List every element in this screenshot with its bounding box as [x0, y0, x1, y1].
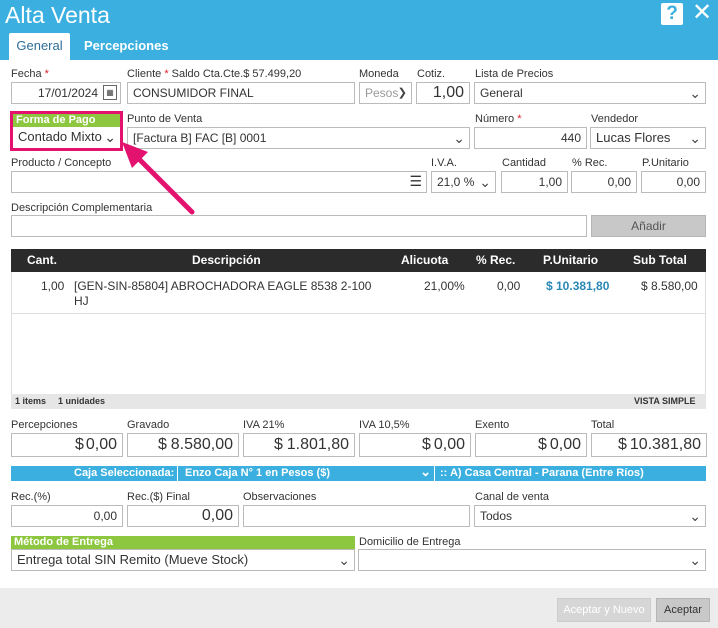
items-count: 1 items — [15, 396, 47, 406]
row-punitario: $ 10.381,80 — [546, 279, 610, 293]
producto-input[interactable]: ☰ — [11, 171, 427, 193]
chevron-down-icon: ⌄ — [420, 464, 431, 479]
vendedor-label: Vendedor — [591, 113, 639, 125]
caja-bar: Caja Seleccionada: Enzo Caja N° 1 en Pes… — [11, 464, 706, 481]
rec-input[interactable]: 0,00 — [571, 171, 637, 193]
rec-label: % Rec. — [572, 157, 608, 169]
observaciones-label: Observaciones — [243, 491, 317, 503]
fecha-input[interactable]: 17/01/2024 ▦ — [11, 82, 121, 104]
desc-comp-input[interactable] — [11, 215, 587, 237]
aceptar-nuevo-button[interactable]: Aceptar y Nuevo — [557, 598, 651, 622]
unidades-count: 1 unidades — [58, 396, 106, 406]
filter-icon[interactable]: ☰ — [409, 172, 422, 191]
cliente-input[interactable]: CONSUMIDOR FINAL — [127, 82, 355, 104]
percepciones-label: Percepciones — [11, 419, 78, 431]
col-rec[interactable]: % Rec. — [476, 253, 515, 267]
col-punitario[interactable]: P.Unitario — [543, 253, 598, 267]
numero-label: Número * — [475, 113, 522, 125]
cotiz-label: Cotiz. — [417, 68, 446, 80]
exento-label: Exento — [475, 419, 510, 431]
grid-footer: 1 items 1 unidades VISTA SIMPLE — [11, 394, 706, 409]
aceptar-button[interactable]: Aceptar — [656, 598, 710, 622]
rec-pct-input[interactable]: 0,00 — [11, 505, 123, 527]
producto-label: Producto / Concepto — [11, 157, 112, 169]
cliente-label: Cliente * Saldo Cta.Cte.$ 57.499,20 — [127, 68, 302, 80]
cantidad-label: Cantidad — [502, 157, 547, 169]
chevron-down-icon: ⌄ — [689, 85, 701, 101]
tab-general[interactable]: General — [9, 33, 70, 60]
iva21-value: $1.801,80 — [243, 433, 355, 457]
row-desc-line1: [GEN-SIN-85804] ABROCHADORA EAGLE 8538 2… — [74, 279, 372, 293]
lista-precios-label: Lista de Precios — [475, 68, 554, 80]
col-descripcion[interactable]: Descripción — [192, 253, 261, 267]
grid-body: 1,00 [GEN-SIN-85804] ABROCHADORA EAGLE 8… — [11, 272, 706, 394]
calendar-icon[interactable]: ▦ — [103, 85, 117, 100]
window-title: Alta Venta — [5, 2, 110, 28]
row-subtotal: $ 8.580,00 — [641, 279, 698, 293]
rec-final-input[interactable]: 0,00 — [127, 505, 239, 527]
title-bar: Alta Venta ? ✕ General Percepciones — [0, 0, 718, 60]
total-label: Total — [591, 419, 615, 431]
vendedor-select[interactable]: Lucas Flores ⌄ — [590, 127, 706, 149]
canal-venta-select[interactable]: Todos ⌄ — [474, 505, 706, 527]
caja-label: Caja Seleccionada: — [74, 467, 175, 479]
vista-simple-link[interactable]: VISTA SIMPLE — [634, 396, 696, 406]
chevron-down-icon: ⌄ — [689, 552, 701, 568]
gravado-label: Gravado — [127, 419, 170, 431]
sucursal-label: :: A) Casa Central - Parana (Entre Ríos) — [440, 467, 644, 479]
caja-select[interactable]: Enzo Caja N° 1 en Pesos ($) ⌄ — [177, 464, 435, 481]
cotiz-input[interactable]: 1,00 — [416, 82, 470, 104]
total-value: $10.381,80 — [591, 433, 707, 457]
grid-header: Cant. Descripción Alicuota % Rec. P.Unit… — [11, 249, 706, 272]
metodo-entrega-select[interactable]: Entrega total SIN Remito (Mueve Stock) ⌄ — [11, 549, 355, 571]
iva21-label: IVA 21% — [243, 419, 285, 431]
iva105-value: $0,00 — [359, 433, 471, 457]
observaciones-input[interactable] — [243, 505, 470, 527]
gravado-value: $8.580,00 — [127, 433, 239, 457]
chevron-down-icon: ⌄ — [689, 130, 701, 146]
punitario-label: P.Unitario — [642, 157, 689, 169]
numero-input[interactable]: 440 — [474, 127, 587, 149]
domicilio-select[interactable]: ⌄ — [358, 549, 706, 571]
fecha-label: Fecha * — [11, 68, 49, 80]
row-cant: 1,00 — [41, 279, 65, 293]
metodo-entrega-label: Método de Entrega — [11, 536, 355, 549]
tab-percepciones[interactable]: Percepciones — [74, 33, 179, 60]
cantidad-input[interactable]: 1,00 — [501, 171, 568, 193]
percepciones-value: $0,00 — [11, 433, 123, 457]
punto-venta-label: Punto de Venta — [127, 113, 203, 125]
footer-bar: Aceptar y Nuevo Aceptar — [0, 588, 718, 628]
rec-pct-label: Rec.(%) — [11, 491, 51, 503]
forma-pago-select[interactable]: Contado Mixto ⌄ — [13, 127, 120, 148]
punitario-input[interactable]: 0,00 — [641, 171, 706, 193]
chevron-down-icon: ⌄ — [689, 508, 701, 524]
canal-venta-label: Canal de venta — [475, 491, 549, 503]
chevron-down-icon: ⌄ — [453, 130, 465, 146]
anadir-button[interactable]: Añadir — [591, 215, 706, 237]
help-icon[interactable]: ? — [661, 3, 683, 25]
moneda-select[interactable]: Pesos ❯ — [359, 82, 412, 104]
iva-select[interactable]: 21,0 % ⌄ — [431, 171, 496, 193]
table-row[interactable]: 1,00 [GEN-SIN-85804] ABROCHADORA EAGLE 8… — [12, 272, 705, 314]
close-icon[interactable]: ✕ — [692, 1, 712, 25]
forma-pago-label: Forma de Pago — [13, 114, 120, 127]
chevron-down-icon: ⌄ — [479, 174, 491, 190]
row-alicuota: 21,00% — [424, 279, 465, 293]
chevron-down-icon: ❯ — [397, 87, 407, 99]
domicilio-label: Domicilio de Entrega — [359, 536, 461, 548]
col-subtotal[interactable]: Sub Total — [633, 253, 687, 267]
lista-precios-select[interactable]: General ⌄ — [474, 82, 706, 104]
moneda-label: Moneda — [359, 68, 399, 80]
rec-final-label: Rec.($) Final — [127, 491, 190, 503]
annotation-arrow — [122, 142, 195, 215]
row-desc-line2: HJ — [74, 294, 89, 308]
exento-value: $0,00 — [475, 433, 587, 457]
col-alicuota[interactable]: Alicuota — [401, 253, 448, 267]
col-cant[interactable]: Cant. — [27, 253, 57, 267]
row-rec: 0,00 — [497, 279, 521, 293]
chevron-down-icon: ⌄ — [338, 552, 350, 568]
iva-label: I.V.A. — [431, 157, 457, 169]
iva105-label: IVA 10,5% — [359, 419, 410, 431]
